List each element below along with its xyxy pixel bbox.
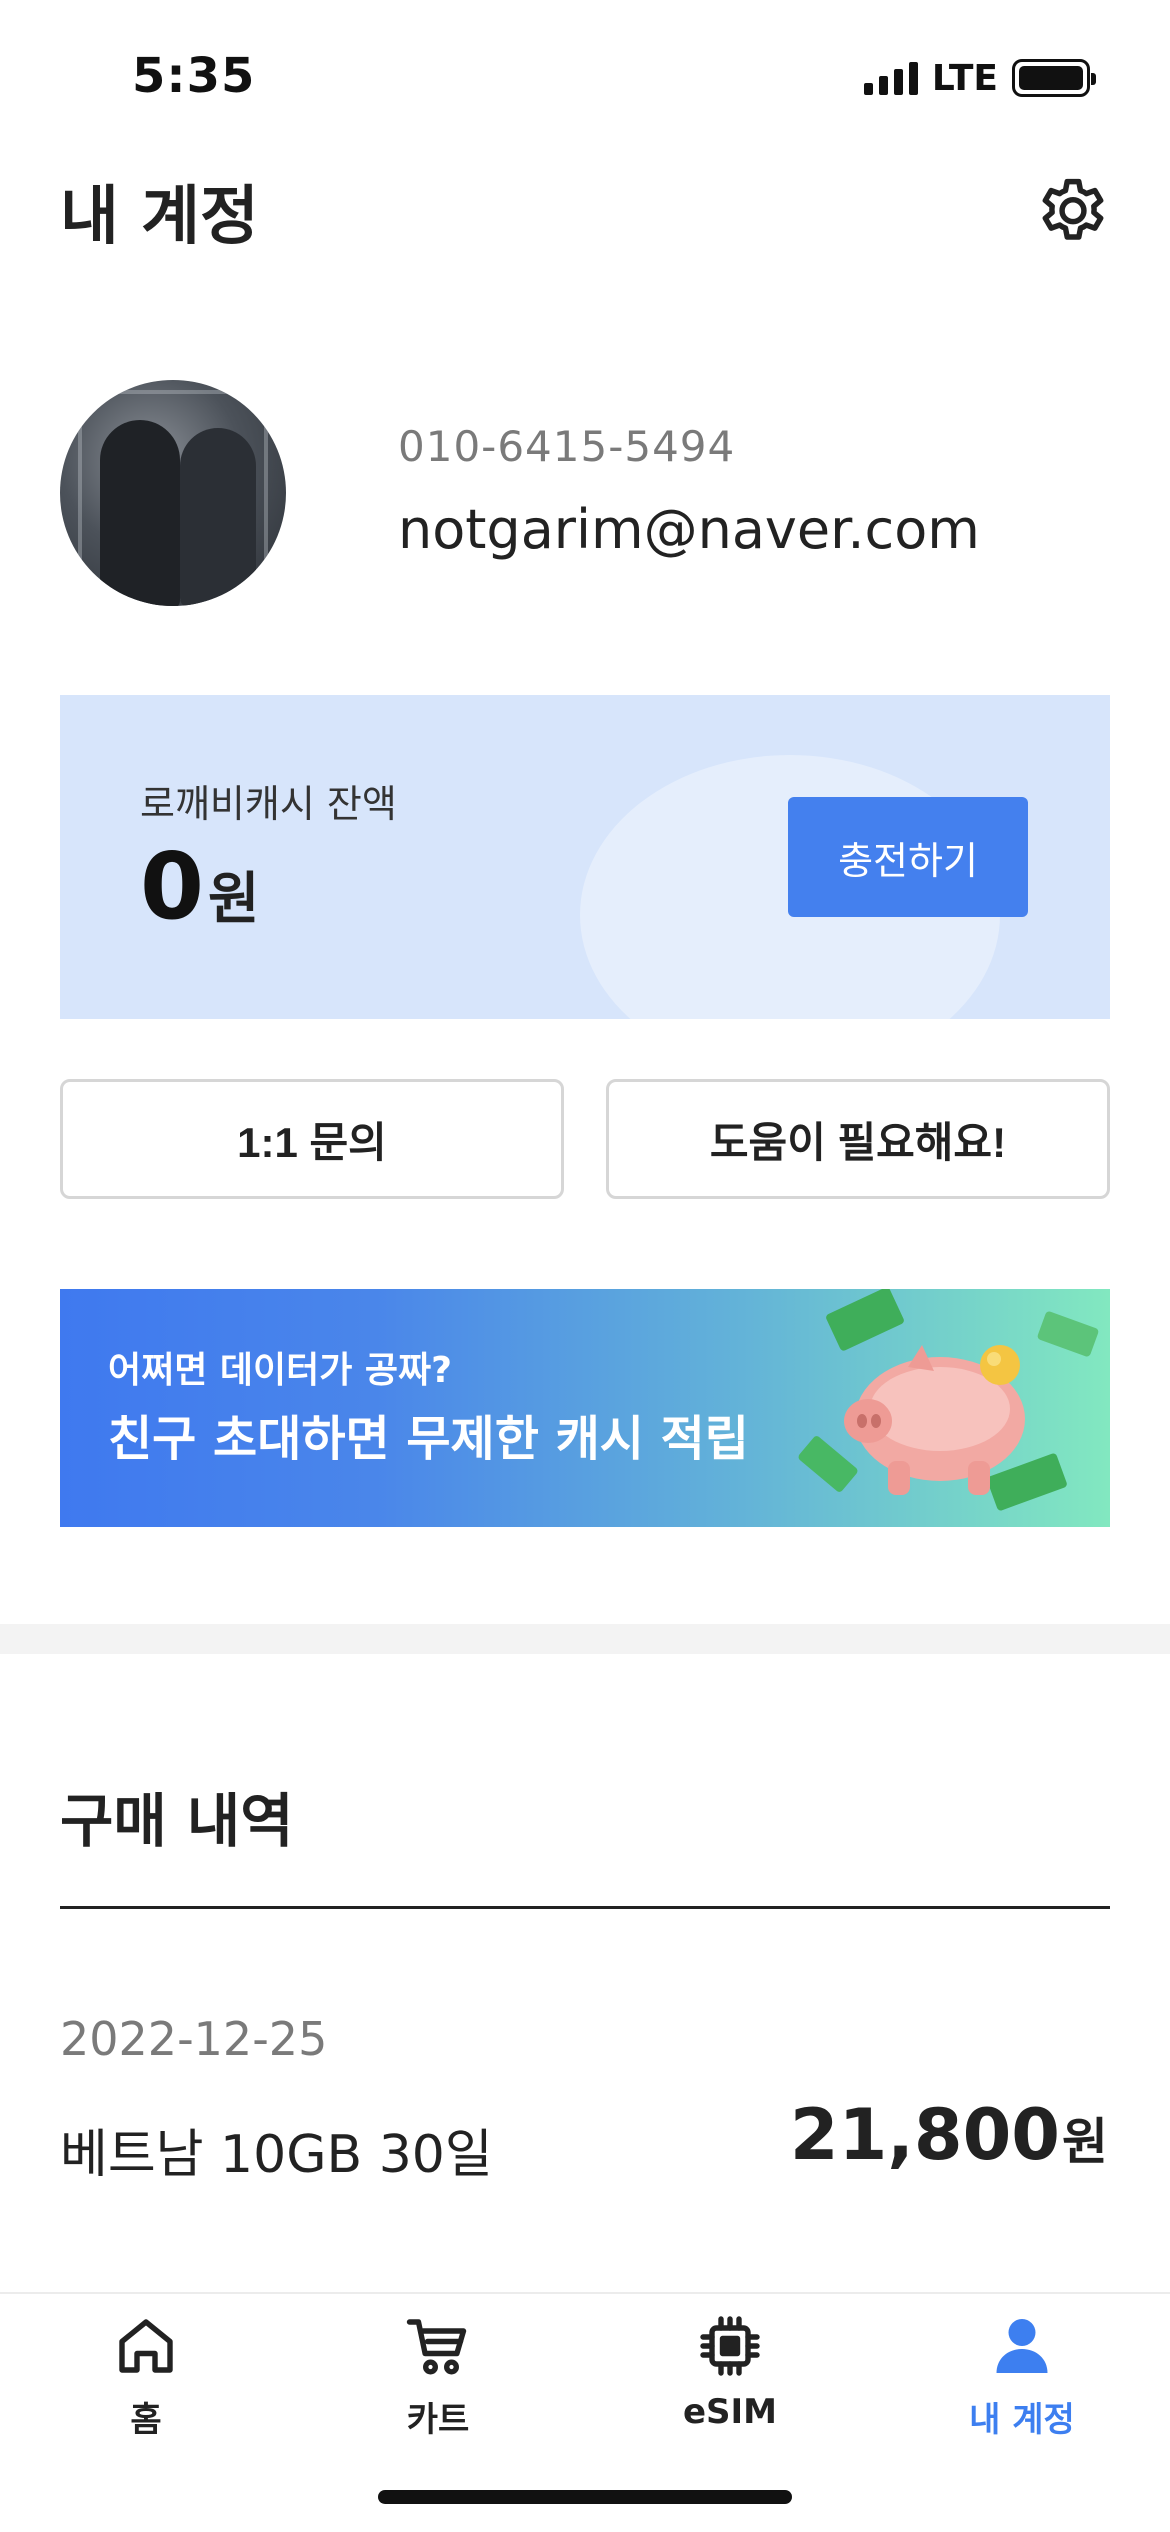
promo-banner[interactable]: 어쩌면 데이터가 공짜? 친구 초대하면 무제한 캐시 적립	[60, 1289, 1110, 1527]
history-price-unit: 원	[1062, 2113, 1108, 2171]
tab-cart[interactable]: 카트	[338, 2310, 538, 2450]
history-title: 구매 내역	[60, 1787, 294, 1855]
promo-title: 친구 초대하면 무제한 캐시 적립	[108, 1411, 749, 1467]
page-title: 내 계정	[60, 180, 259, 254]
history-date: 2022-12-25	[60, 2012, 328, 2066]
help-button[interactable]: 도움이 필요해요!	[606, 1079, 1110, 1199]
inquiry-button[interactable]: 1:1 문의	[60, 1079, 564, 1199]
history-price: 21,800 원	[790, 2094, 1108, 2176]
gear-icon	[1042, 178, 1104, 240]
battery-icon	[1012, 59, 1096, 97]
cash-balance-card: 로깨비캐시 잔액 0 원 충전하기	[60, 695, 1110, 1019]
status-bar: 5:35 LTE	[0, 0, 1170, 140]
tab-esim-label: eSIM	[682, 2392, 778, 2432]
settings-button[interactable]	[1032, 168, 1114, 250]
tab-home-label: 홈	[130, 2400, 162, 2440]
piggy-bank-icon	[798, 1289, 1099, 1511]
person-icon	[996, 2319, 1048, 2373]
profile-phone: 010-6415-5494	[398, 422, 736, 471]
section-divider	[0, 1624, 1170, 1654]
tab-cart-label: 카트	[406, 2400, 470, 2440]
tab-esim[interactable]: eSIM	[630, 2310, 830, 2450]
history-price-value: 21,800	[789, 2094, 1060, 2176]
home-icon	[119, 2319, 173, 2373]
tab-account-label: 내 계정	[969, 2400, 1075, 2440]
charge-button[interactable]: 충전하기	[788, 797, 1028, 917]
history-divider	[60, 1906, 1110, 1909]
signal-icon	[863, 61, 918, 95]
home-indicator[interactable]	[378, 2490, 792, 2504]
chip-icon	[700, 2316, 760, 2376]
tab-account[interactable]: 내 계정	[922, 2310, 1122, 2450]
profile-email: notgarim@naver.com	[398, 498, 980, 561]
cash-amount-unit: 원	[208, 867, 260, 932]
cash-label: 로깨비캐시 잔액	[140, 782, 397, 826]
promo-subtitle: 어쩌면 데이터가 공짜?	[108, 1350, 453, 1391]
tab-home[interactable]: 홈	[46, 2310, 246, 2450]
avatar[interactable]	[60, 380, 286, 606]
cart-icon	[406, 2319, 467, 2375]
history-product-name: 베트남 10GB 30일	[60, 2125, 493, 2185]
status-time: 5:35	[132, 48, 256, 104]
cash-amount: 0 원	[140, 833, 260, 940]
status-indicators: LTE	[863, 56, 1096, 100]
network-type: LTE	[931, 57, 998, 99]
cash-amount-value: 0	[140, 833, 205, 940]
